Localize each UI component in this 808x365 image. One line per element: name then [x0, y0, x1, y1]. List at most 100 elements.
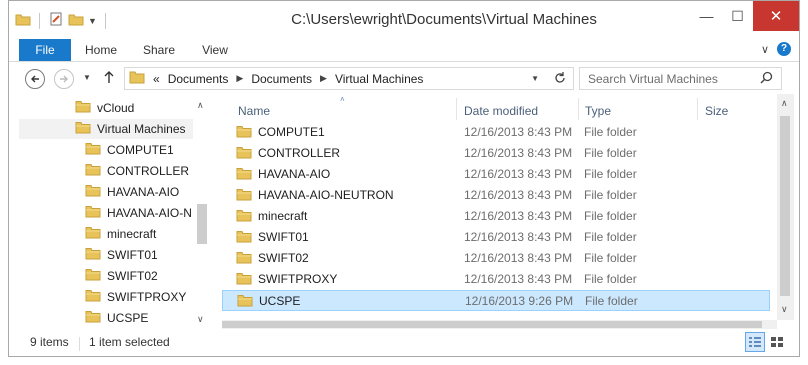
folder-icon: [236, 230, 252, 246]
help-icon[interactable]: ?: [777, 42, 791, 56]
address-row: ▼ « Documents ▶ Documents ▶ Virtual Mach…: [9, 62, 799, 94]
list-vertical-scrollbar[interactable]: ∧ ∨: [777, 94, 794, 320]
recent-locations-icon[interactable]: ▼: [83, 73, 91, 82]
list-horizontal-scrollbar[interactable]: [222, 320, 777, 329]
list-item[interactable]: SWIFTPROXY 12/16/2013 8:43 PM File folder: [222, 269, 770, 290]
nav-item[interactable]: SWIFTPROXY: [9, 287, 193, 307]
list-item-name: SWIFT01: [258, 230, 309, 244]
column-divider[interactable]: [578, 98, 579, 120]
folder-icon: [236, 167, 252, 183]
list-item-date: 12/16/2013 8:43 PM: [464, 272, 573, 286]
folder-icon: [85, 268, 101, 284]
arrow-up-icon: [104, 71, 114, 83]
tab-view[interactable]: View: [195, 39, 235, 61]
list-item[interactable]: SWIFT01 12/16/2013 8:43 PM File folder: [222, 227, 770, 248]
search-box[interactable]: Search Virtual Machines: [579, 67, 782, 90]
nav-item-label: SWIFT01: [107, 248, 158, 262]
search-input[interactable]: Search Virtual Machines: [588, 72, 760, 86]
folder-icon: [236, 146, 252, 162]
nav-item[interactable]: CONTROLLER: [9, 161, 193, 181]
list-item[interactable]: CONTROLLER 12/16/2013 8:43 PM File folder: [222, 143, 770, 164]
maximize-button[interactable]: ☐: [722, 1, 753, 31]
column-header-size[interactable]: Size: [705, 100, 728, 122]
window-title: C:\Users\ewright\Documents\Virtual Machi…: [291, 11, 597, 28]
nav-item[interactable]: minecraft: [9, 224, 193, 244]
list-item[interactable]: HAVANA-AIO 12/16/2013 8:43 PM File folder: [222, 164, 770, 185]
list-item-name: UCSPE: [259, 294, 301, 308]
folder-icon: [236, 188, 252, 204]
list-item-date: 12/16/2013 8:43 PM: [464, 167, 573, 181]
column-divider[interactable]: [697, 98, 698, 120]
quick-access-toolbar: ▼: [15, 11, 110, 30]
folder-icon: [236, 251, 252, 267]
folder-icon: [85, 163, 101, 179]
nav-item-label: CONTROLLER: [107, 164, 190, 178]
details-view-button[interactable]: [745, 332, 765, 352]
close-button[interactable]: ✕: [753, 1, 799, 31]
expand-ribbon-icon[interactable]: ∨: [761, 43, 769, 56]
list-item-type: File folder: [584, 146, 637, 160]
column-header-date-modified[interactable]: Date modified: [464, 100, 538, 122]
refresh-icon[interactable]: [553, 71, 567, 88]
breadcrumb-virtual-machines[interactable]: Virtual Machines: [335, 72, 424, 86]
nav-item-label: SWIFT02: [107, 269, 158, 283]
sort-ascending-icon: ˄: [340, 95, 345, 104]
customize-toolbar-icon[interactable]: ▼: [88, 16, 97, 26]
list-item[interactable]: minecraft 12/16/2013 8:43 PM File folder: [222, 206, 770, 227]
list-item[interactable]: UCSPE 12/16/2013 9:26 PM File folder: [222, 290, 770, 311]
breadcrumb-separator-icon[interactable]: ▶: [236, 73, 243, 84]
breadcrumb-documents[interactable]: Documents: [168, 72, 229, 86]
scroll-up-icon[interactable]: ∧: [197, 100, 204, 111]
new-folder-icon[interactable]: [68, 11, 84, 30]
list-hscroll-thumb[interactable]: [222, 321, 762, 328]
breadcrumb-documents-2[interactable]: Documents: [251, 72, 312, 86]
nav-item[interactable]: Virtual Machines: [19, 119, 193, 139]
properties-icon[interactable]: [48, 11, 64, 30]
search-icon[interactable]: [760, 71, 773, 87]
explorer-window: ▼ C:\Users\ewright\Documents\Virtual Mac…: [8, 0, 800, 357]
nav-item[interactable]: SWIFT02: [9, 266, 193, 286]
scroll-up-icon[interactable]: ∧: [781, 98, 788, 109]
large-icons-view-button[interactable]: [767, 332, 787, 352]
list-item[interactable]: COMPUTE1 12/16/2013 8:43 PM File folder: [222, 122, 770, 143]
list-item[interactable]: SWIFT02 12/16/2013 8:43 PM File folder: [222, 248, 770, 269]
nav-scrollbar[interactable]: ∧ ∨: [193, 94, 209, 329]
tab-share[interactable]: Share: [139, 39, 179, 61]
status-bar: 9 items 1 item selected: [9, 331, 799, 357]
nav-item[interactable]: HAVANA-AIO: [9, 182, 193, 202]
forward-button[interactable]: [54, 69, 74, 89]
list-item-name: minecraft: [258, 209, 308, 223]
nav-item-label: COMPUTE1: [107, 143, 174, 157]
folder-icon: [129, 70, 145, 87]
scroll-down-icon[interactable]: ∨: [781, 304, 788, 315]
minimize-button[interactable]: —: [691, 1, 722, 31]
folder-icon: [85, 184, 101, 200]
tab-home[interactable]: Home: [81, 39, 121, 61]
status-divider: [79, 337, 80, 351]
list-scroll-thumb[interactable]: [780, 116, 790, 296]
nav-item[interactable]: vCloud: [19, 98, 193, 118]
nav-item[interactable]: UCSPE: [9, 308, 193, 328]
nav-item-label: vCloud: [97, 101, 135, 115]
nav-item[interactable]: HAVANA-AIO-N: [9, 203, 193, 223]
nav-scroll-thumb[interactable]: [197, 204, 207, 244]
tab-file[interactable]: File: [19, 39, 71, 61]
address-history-icon[interactable]: ▼: [531, 74, 539, 83]
up-button[interactable]: [102, 69, 116, 88]
breadcrumb-overflow[interactable]: «: [153, 72, 160, 86]
nav-item[interactable]: COMPUTE1: [9, 140, 193, 160]
folder-icon: [236, 272, 252, 288]
back-button[interactable]: [25, 69, 45, 89]
window-controls: — ☐ ✕: [691, 1, 799, 31]
list-item-type: File folder: [584, 230, 637, 244]
column-divider[interactable]: [456, 98, 457, 120]
folder-icon: [15, 11, 31, 30]
nav-item[interactable]: SWIFT01: [9, 245, 193, 265]
column-header-type[interactable]: Type: [585, 100, 611, 122]
folder-icon: [85, 247, 101, 263]
scroll-down-icon[interactable]: ∨: [197, 314, 204, 325]
address-bar[interactable]: « Documents ▶ Documents ▶ Virtual Machin…: [124, 67, 574, 90]
breadcrumb-separator-icon[interactable]: ▶: [320, 73, 327, 84]
list-item[interactable]: HAVANA-AIO-NEUTRON 12/16/2013 8:43 PM File…: [222, 185, 770, 206]
column-header-name[interactable]: Name: [238, 100, 270, 122]
